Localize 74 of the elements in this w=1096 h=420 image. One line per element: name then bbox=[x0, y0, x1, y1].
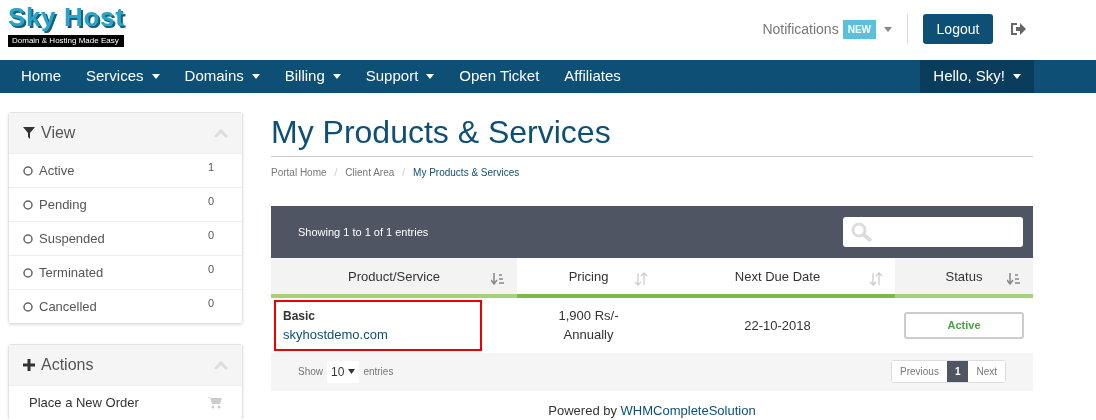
filter-item[interactable]: Pending 0 bbox=[9, 187, 242, 221]
action-item[interactable]: Place a New Order bbox=[9, 385, 242, 419]
search-icon bbox=[851, 222, 873, 243]
circle-icon bbox=[23, 267, 33, 278]
nav-link[interactable]: Support bbox=[356, 65, 444, 88]
product-name: Basic bbox=[283, 307, 317, 325]
caret-icon bbox=[332, 74, 341, 79]
footer-text: Powered by WHMCompleteSolution bbox=[548, 403, 756, 418]
nav-link[interactable]: Domains bbox=[175, 65, 269, 88]
breadcrumb-separator: / bbox=[402, 166, 406, 180]
circle-icon bbox=[23, 199, 33, 210]
notifications-button[interactable]: Notifications NEW bbox=[762, 18, 892, 40]
filter-item[interactable]: Active 1 bbox=[9, 153, 242, 187]
filter-label: Pending bbox=[39, 195, 87, 214]
cart-icon bbox=[207, 396, 222, 409]
filter-count: 1 bbox=[207, 160, 214, 176]
filter-count: 0 bbox=[207, 296, 214, 312]
nav-link[interactable]: Home bbox=[12, 65, 70, 88]
filter-item[interactable]: Suspended 0 bbox=[9, 221, 242, 255]
filter-label: Active bbox=[39, 161, 75, 180]
new-badge: NEW bbox=[842, 19, 876, 39]
breadcrumb-separator: / bbox=[334, 166, 338, 180]
filter-count: 0 bbox=[207, 228, 214, 244]
sort-icon bbox=[491, 272, 505, 287]
page-size-select[interactable]: 10 bbox=[327, 360, 360, 383]
panel-title: Actions bbox=[41, 355, 94, 375]
nav-link[interactable]: Billing bbox=[275, 65, 350, 88]
action-label: Place a New Order bbox=[29, 393, 139, 412]
filter-item[interactable]: Terminated 0 bbox=[9, 255, 242, 289]
filter-label: Suspended bbox=[39, 229, 105, 248]
circle-icon bbox=[23, 301, 33, 312]
logo-tagline: Domain & Hosting Made Easy bbox=[8, 35, 124, 47]
breadcrumb-link[interactable]: Portal Home bbox=[271, 165, 327, 180]
filter-count: 0 bbox=[207, 262, 214, 278]
caret-icon bbox=[884, 27, 892, 33]
panel-title: View bbox=[41, 123, 76, 143]
user-menu[interactable]: Hello, Sky! bbox=[920, 60, 1034, 93]
nav-link[interactable]: Affiliates bbox=[555, 65, 630, 88]
billing-cycle: Annually bbox=[563, 326, 614, 345]
filter-icon bbox=[23, 127, 35, 139]
caret-icon bbox=[1013, 74, 1021, 79]
sort-icon bbox=[1007, 272, 1021, 287]
status-label: Active bbox=[904, 311, 1024, 339]
breadcrumb-link[interactable]: Client Area bbox=[345, 165, 395, 180]
page-title: My Products & Services bbox=[271, 112, 1033, 157]
pagination-link[interactable]: 1 bbox=[946, 361, 969, 383]
circle-icon bbox=[23, 233, 33, 244]
column-header[interactable]: Product/Service bbox=[271, 258, 517, 299]
due-date: 22-10-2018 bbox=[744, 316, 811, 335]
filter-item[interactable]: Cancelled 0 bbox=[9, 289, 242, 323]
nav-link[interactable]: Services bbox=[77, 65, 169, 88]
filter-count: 0 bbox=[207, 194, 214, 210]
logout-button[interactable]: Logout bbox=[923, 14, 993, 44]
plus-icon bbox=[23, 359, 35, 371]
column-header[interactable]: Status bbox=[895, 258, 1033, 299]
search-field[interactable] bbox=[843, 217, 1023, 248]
domain-link[interactable]: skyhostdemo.com bbox=[283, 324, 473, 345]
show-label: Show bbox=[298, 365, 323, 380]
caret-icon bbox=[151, 74, 160, 79]
circle-icon bbox=[23, 165, 33, 176]
price-text: 1,900 Rs/- bbox=[558, 306, 619, 325]
nav-link[interactable]: Open Ticket bbox=[450, 65, 549, 88]
sort-icon bbox=[869, 272, 883, 287]
sort-icon bbox=[634, 272, 648, 287]
caret-icon bbox=[251, 74, 260, 79]
filter-label: Cancelled bbox=[39, 297, 97, 316]
entries-info: Showing 1 to 1 of 1 entries bbox=[298, 224, 429, 240]
entries-label: entries bbox=[363, 365, 394, 380]
logout-icon[interactable] bbox=[1010, 22, 1026, 36]
filter-label: Terminated bbox=[39, 263, 104, 282]
caret-icon bbox=[426, 74, 435, 79]
breadcrumb-link[interactable]: My Products & Services bbox=[413, 165, 520, 180]
footer-link[interactable]: WHMCompleteSolution bbox=[620, 403, 756, 418]
caret-icon bbox=[348, 369, 356, 375]
